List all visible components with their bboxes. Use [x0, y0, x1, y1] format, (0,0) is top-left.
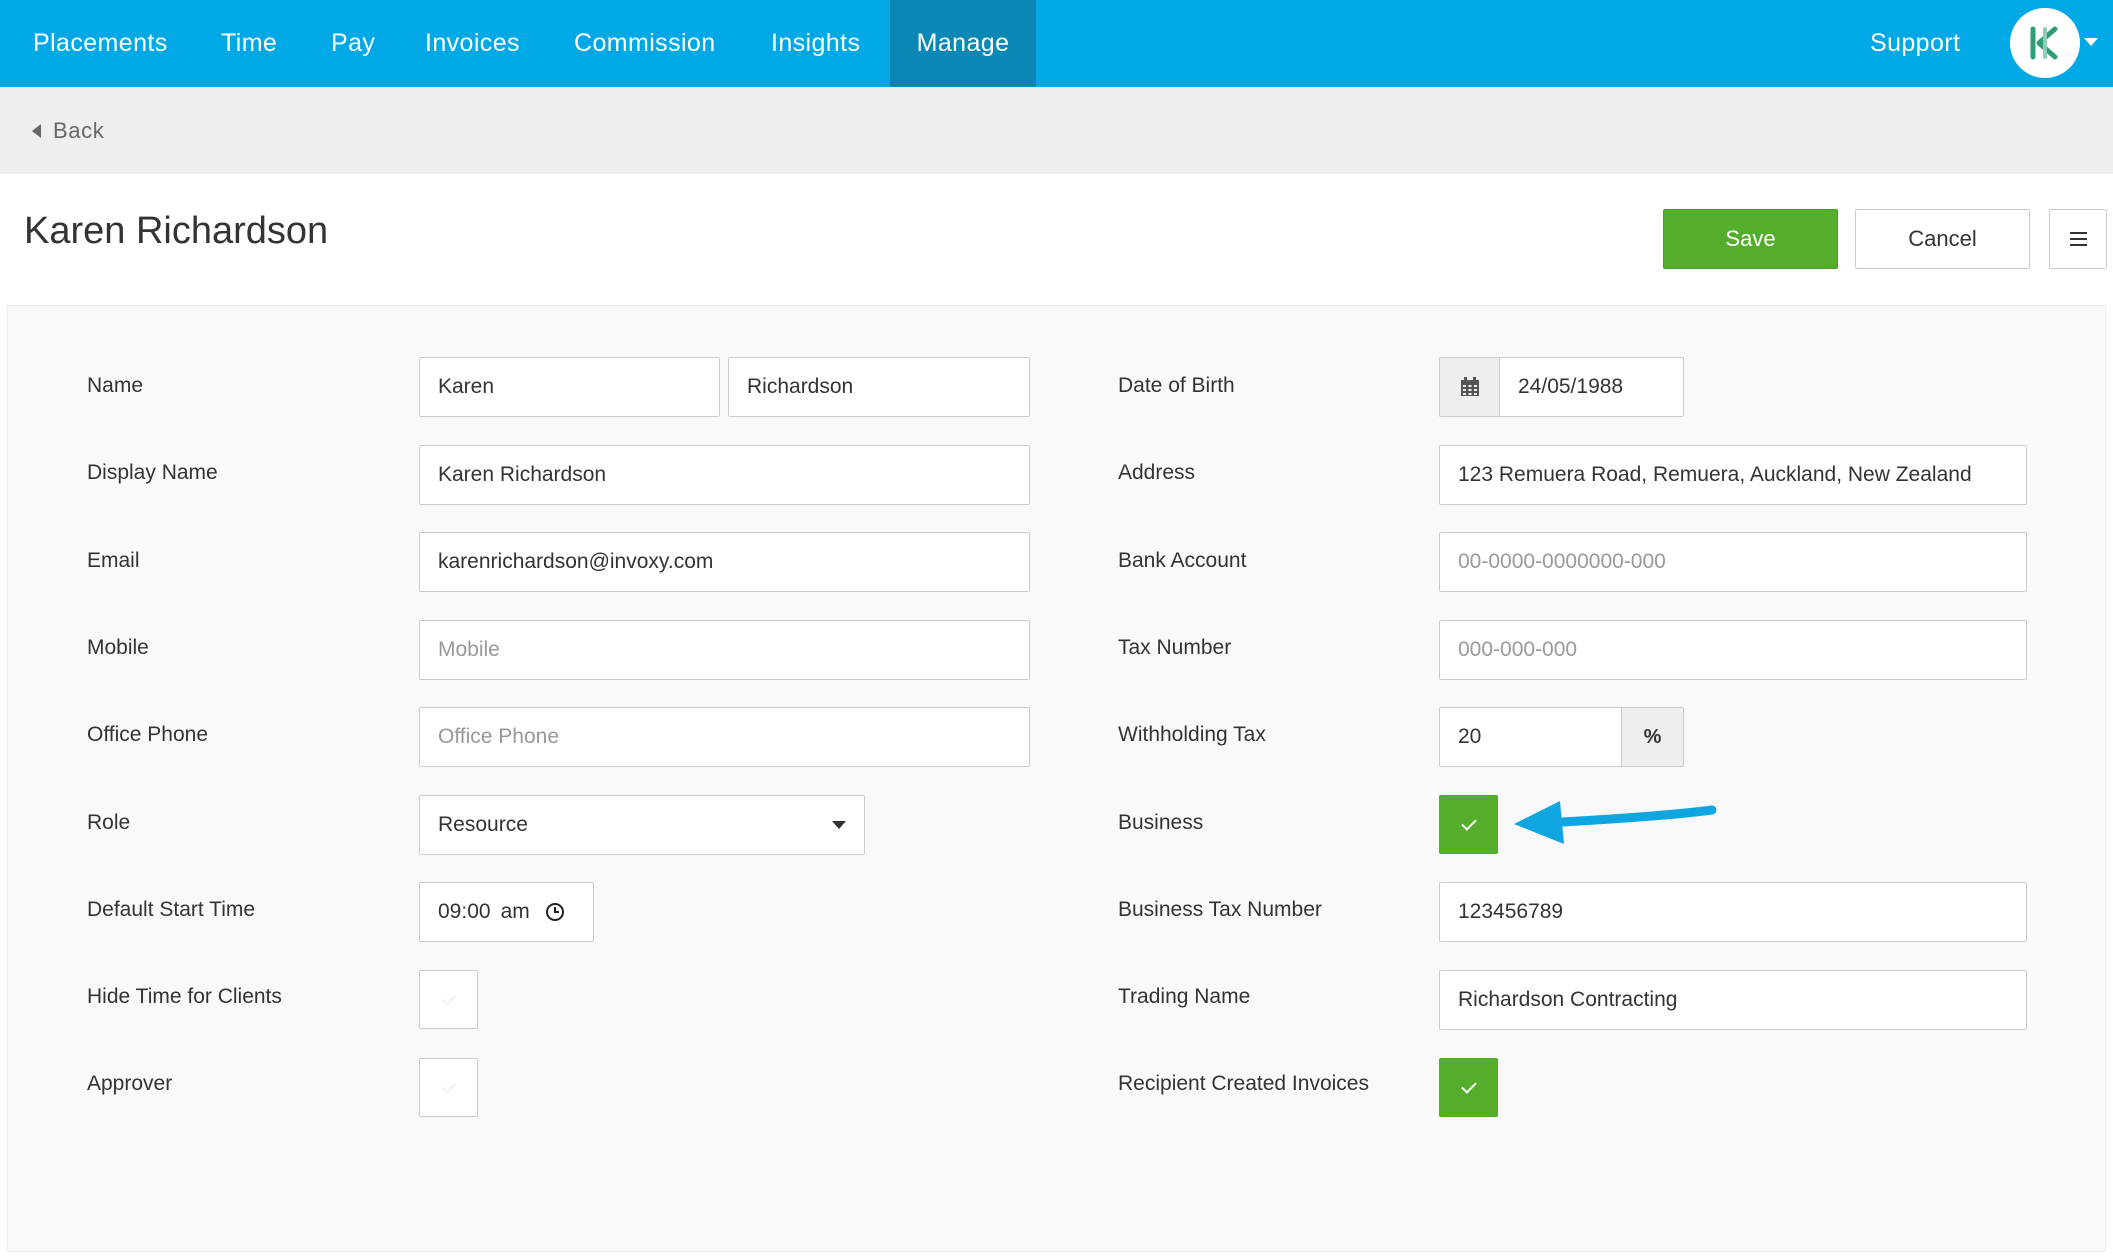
- business-label: Business: [1118, 811, 1204, 834]
- company-logo-icon: [2030, 26, 2058, 60]
- calendar-icon: [1460, 377, 1479, 396]
- check-icon: [1460, 814, 1477, 831]
- tax-number-label: Tax Number: [1118, 636, 1232, 659]
- trading-name-input[interactable]: [1439, 970, 2027, 1030]
- nav-manage[interactable]: Manage: [890, 0, 1036, 87]
- nav-invoices[interactable]: Invoices: [425, 0, 520, 87]
- role-select[interactable]: Resource: [419, 795, 865, 855]
- office-phone-input[interactable]: [419, 707, 1030, 767]
- nav-placements[interactable]: Placements: [33, 0, 168, 87]
- hamburger-icon: [2069, 232, 2087, 234]
- check-icon: [440, 1077, 457, 1094]
- start-time-minute[interactable]: 00: [467, 900, 490, 924]
- tax-number-input[interactable]: [1439, 620, 2027, 680]
- start-time-input[interactable]: 09 : 00 am: [419, 882, 594, 942]
- avatar-dropdown-caret-icon[interactable]: [2084, 38, 2098, 46]
- display-name-input[interactable]: [419, 445, 1030, 505]
- role-selected-value: Resource: [438, 813, 528, 836]
- more-menu-button[interactable]: [2049, 209, 2107, 269]
- nav-insights[interactable]: Insights: [771, 0, 860, 87]
- nav-commission[interactable]: Commission: [574, 0, 716, 87]
- bank-account-input[interactable]: [1439, 532, 2027, 592]
- address-input[interactable]: [1439, 445, 2027, 505]
- approver-label: Approver: [87, 1072, 173, 1095]
- rci-checkbox[interactable]: [1439, 1058, 1498, 1117]
- business-tax-number-input[interactable]: [1439, 882, 2027, 942]
- chevron-down-icon: [832, 821, 846, 829]
- rci-label: Recipient Created Invoices: [1118, 1072, 1369, 1095]
- back-label: Back: [53, 117, 105, 143]
- dob-input[interactable]: [1499, 357, 1684, 417]
- approver-checkbox[interactable]: [419, 1058, 478, 1117]
- email-label: Email: [87, 549, 140, 572]
- first-name-input[interactable]: [419, 357, 720, 417]
- withholding-tax-label: Withholding Tax: [1118, 723, 1266, 746]
- address-label: Address: [1118, 461, 1196, 484]
- nav-pay[interactable]: Pay: [331, 0, 375, 87]
- back-link[interactable]: Back: [32, 87, 104, 174]
- withholding-tax-input[interactable]: [1439, 707, 1622, 767]
- mobile-label: Mobile: [87, 636, 149, 659]
- trading-name-label: Trading Name: [1118, 985, 1251, 1008]
- default-start-time-label: Default Start Time: [87, 898, 256, 921]
- email-input[interactable]: [419, 532, 1030, 592]
- user-avatar[interactable]: [2010, 8, 2080, 78]
- page-title: Karen Richardson: [24, 210, 329, 252]
- top-navigation: Placements Time Pay Invoices Commission …: [0, 0, 2113, 87]
- nav-support[interactable]: Support: [1870, 0, 1960, 87]
- business-checkbox[interactable]: [1439, 795, 1498, 854]
- date-picker-button[interactable]: [1439, 357, 1499, 417]
- mobile-input[interactable]: [419, 620, 1030, 680]
- office-phone-label: Office Phone: [87, 723, 209, 746]
- save-button[interactable]: Save: [1663, 209, 1838, 269]
- business-tax-number-label: Business Tax Number: [1118, 898, 1322, 921]
- name-label: Name: [87, 374, 144, 397]
- annotation-arrow-icon: [1514, 801, 1717, 844]
- cancel-button[interactable]: Cancel: [1855, 209, 2030, 269]
- start-time-period[interactable]: am: [501, 900, 530, 924]
- check-icon: [1460, 1077, 1477, 1094]
- clock-icon[interactable]: [545, 903, 564, 921]
- percent-addon: %: [1622, 707, 1684, 767]
- check-icon: [440, 989, 457, 1006]
- caret-left-icon: [32, 123, 41, 138]
- hide-time-label: Hide Time for Clients: [87, 985, 282, 1008]
- role-label: Role: [87, 811, 131, 834]
- start-time-hour[interactable]: 09: [438, 900, 461, 924]
- hide-time-checkbox[interactable]: [419, 970, 478, 1029]
- bank-account-label: Bank Account: [1118, 549, 1247, 572]
- nav-time[interactable]: Time: [221, 0, 277, 87]
- sub-header: Back: [0, 87, 2113, 174]
- last-name-input[interactable]: [728, 357, 1030, 417]
- display-name-label: Display Name: [87, 461, 218, 484]
- dob-label: Date of Birth: [1118, 374, 1235, 397]
